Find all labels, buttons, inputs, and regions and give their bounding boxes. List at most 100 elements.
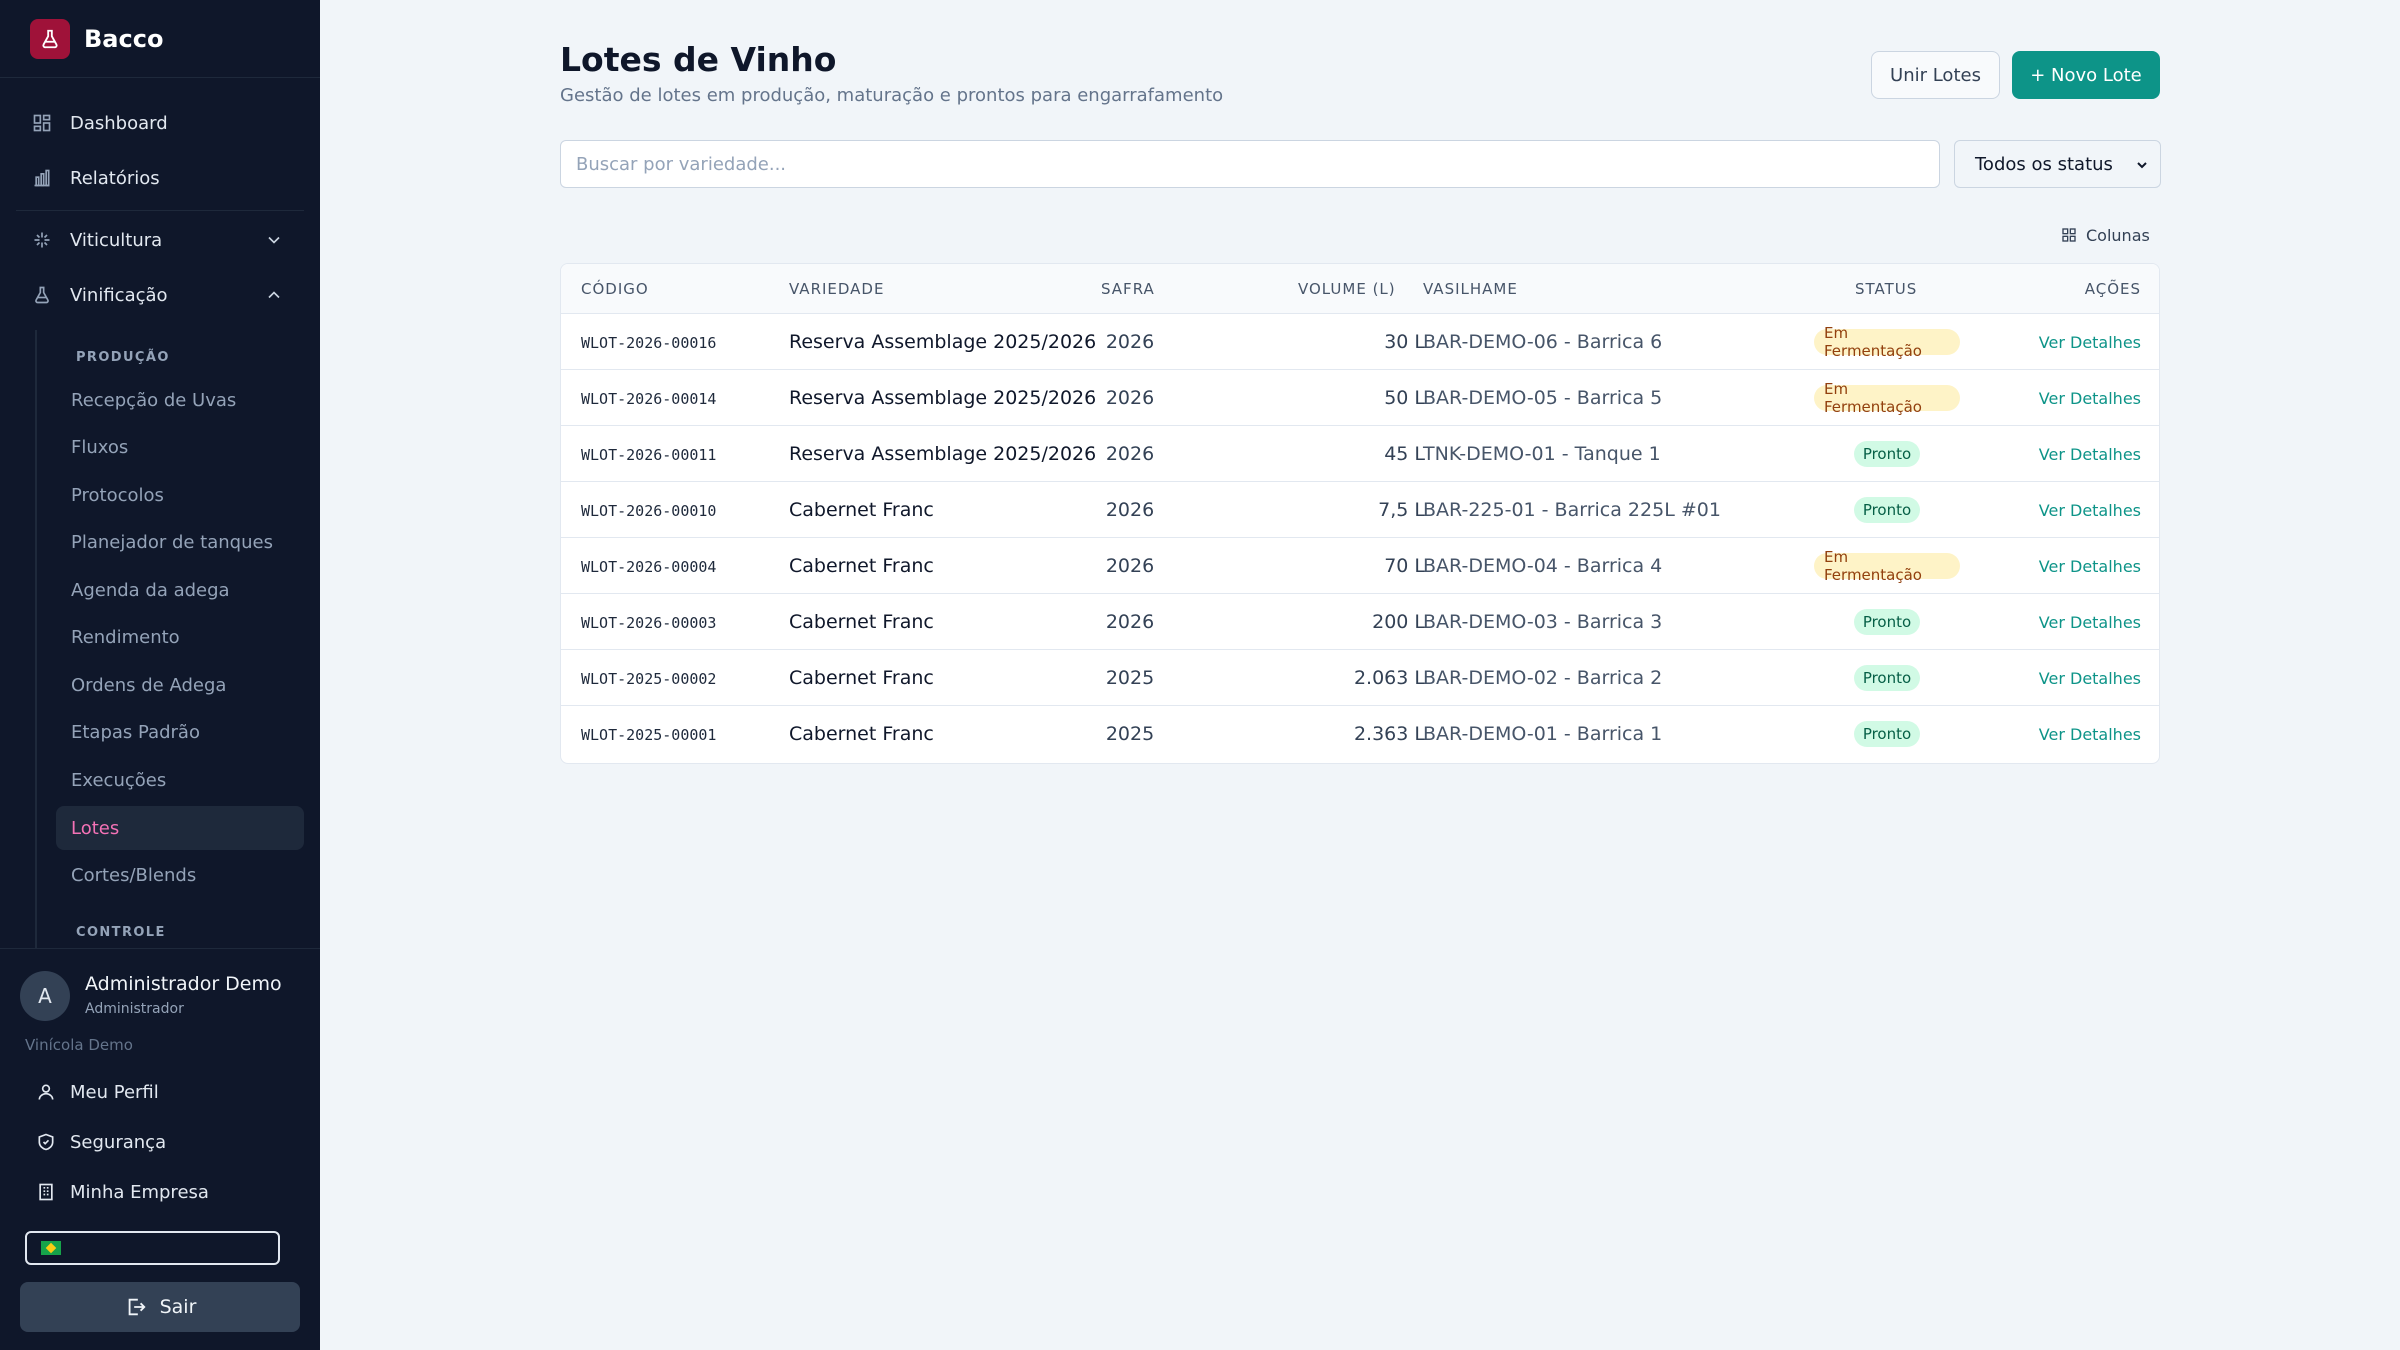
menu-item-label: Minha Empresa <box>70 1181 209 1203</box>
sidebar-item-planejador-tanques[interactable]: Planejador de tanques <box>56 520 304 564</box>
lot-code: WLOT-2026-00004 <box>581 558 717 576</box>
brand-name: Bacco <box>84 24 164 53</box>
submenu-guide-line <box>35 330 37 950</box>
sidebar-item-recepcao-uvas[interactable]: Recepção de Uvas <box>56 378 304 422</box>
columns-button-label: Colunas <box>2086 225 2150 245</box>
sidebar-group-vinificacao[interactable]: Vinificação <box>16 271 304 319</box>
table-row[interactable]: WLOT-2026-00014 Reserva Assemblage 2025/… <box>561 370 2159 426</box>
menu-item-security[interactable]: Segurança <box>20 1122 300 1162</box>
status-badge: Pronto <box>1854 441 1920 467</box>
lot-variety: Reserva Assemblage 2025/2026 <box>789 331 1097 353</box>
view-details-link[interactable]: Ver Detalhes <box>2039 557 2141 576</box>
lot-safra: 2026 <box>1105 555 1155 577</box>
view-details-link[interactable]: Ver Detalhes <box>2039 445 2141 464</box>
search-input[interactable] <box>560 140 1940 188</box>
chevron-down-icon <box>2134 157 2150 178</box>
divider <box>16 210 304 211</box>
table-row[interactable]: WLOT-2025-00002 Cabernet Franc 2025 2.06… <box>561 650 2159 706</box>
logout-button[interactable]: Sair <box>20 1282 300 1332</box>
lots-table: CÓDIGO VARIEDADE SAFRA VOLUME (L) VASILH… <box>560 263 2160 764</box>
sidebar-item-fluxos[interactable]: Fluxos <box>56 425 304 469</box>
avatar[interactable]: A <box>20 971 70 1021</box>
columns-grid-icon <box>2060 226 2078 244</box>
lot-variety: Cabernet Franc <box>789 723 934 745</box>
sidebar-group-viticultura[interactable]: Viticultura <box>16 216 304 264</box>
lot-vessel: BAR-DEMO-04 - Barrica 4 <box>1423 555 1663 577</box>
view-details-link[interactable]: Ver Detalhes <box>2039 501 2141 520</box>
lot-vessel: BAR-DEMO-05 - Barrica 5 <box>1423 387 1663 409</box>
lot-vessel: BAR-DEMO-03 - Barrica 3 <box>1423 611 1663 633</box>
sidebar-item-rendimento[interactable]: Rendimento <box>56 615 304 659</box>
language-select[interactable] <box>25 1231 280 1265</box>
status-badge: Em Fermentação <box>1814 380 1960 416</box>
shield-icon <box>34 1130 58 1154</box>
lot-volume: 2.063 L <box>1353 667 1425 689</box>
sidebar-item-agenda-adega[interactable]: Agenda da adega <box>56 568 304 612</box>
columns-button[interactable]: Colunas <box>2060 222 2150 248</box>
menu-item-label: Meu Perfil <box>70 1081 159 1103</box>
status-filter-select[interactable]: Todos os status <box>1954 140 2161 188</box>
user-role: Administrador <box>85 1001 184 1017</box>
status-badge: Pronto <box>1854 721 1920 747</box>
section-heading-producao: PRODUÇÃO <box>76 350 170 365</box>
flask-icon <box>30 283 54 307</box>
bar-chart-icon <box>30 166 54 190</box>
table-row[interactable]: WLOT-2026-00004 Cabernet Franc 2026 70 L… <box>561 538 2159 594</box>
sidebar-item-reports[interactable]: Relatórios <box>16 154 304 202</box>
status-filter-value: Todos os status <box>1975 153 2113 175</box>
column-header-variety[interactable]: VARIEDADE <box>789 280 884 298</box>
column-header-vessel[interactable]: VASILHAME <box>1423 280 1518 298</box>
sidebar-item-etapas-padrao[interactable]: Etapas Padrão <box>56 710 304 754</box>
lot-safra: 2026 <box>1105 387 1155 409</box>
menu-item-company[interactable]: Minha Empresa <box>20 1172 300 1212</box>
view-details-link[interactable]: Ver Detalhes <box>2039 669 2141 688</box>
page-subtitle: Gestão de lotes em produção, maturação e… <box>560 85 1224 106</box>
lot-volume: 70 L <box>1384 555 1425 577</box>
column-header-status[interactable]: STATUS <box>1855 280 1917 298</box>
table-row[interactable]: WLOT-2026-00003 Cabernet Franc 2026 200 … <box>561 594 2159 650</box>
status-badge: Em Fermentação <box>1814 324 1960 360</box>
menu-item-profile[interactable]: Meu Perfil <box>20 1072 300 1112</box>
chevron-down-icon <box>264 230 284 250</box>
lot-code: WLOT-2026-00003 <box>581 614 717 632</box>
lot-variety: Reserva Assemblage 2025/2026 <box>789 387 1097 409</box>
column-header-code[interactable]: CÓDIGO <box>581 280 649 298</box>
lot-vessel: BAR-DEMO-01 - Barrica 1 <box>1423 723 1663 745</box>
brand[interactable]: Bacco <box>0 0 320 78</box>
lot-volume: 45 L <box>1384 443 1425 465</box>
table-row[interactable]: WLOT-2025-00001 Cabernet Franc 2025 2.36… <box>561 706 2159 762</box>
sidebar-item-ordens-adega[interactable]: Ordens de Adega <box>56 663 304 707</box>
view-details-link[interactable]: Ver Detalhes <box>2039 389 2141 408</box>
column-header-actions: AÇÕES <box>2084 280 2141 298</box>
menu-item-label: Segurança <box>70 1131 167 1153</box>
lot-volume: 7,5 L <box>1378 499 1425 521</box>
column-header-safra[interactable]: SAFRA <box>1101 280 1155 298</box>
lot-code: WLOT-2025-00001 <box>581 726 717 744</box>
lot-code: WLOT-2026-00016 <box>581 334 717 352</box>
sidebar-item-execucoes[interactable]: Execuções <box>56 758 304 802</box>
sidebar-item-lotes[interactable]: Lotes <box>56 806 304 850</box>
organization-name: Vinícola Demo <box>25 1036 133 1054</box>
table-row[interactable]: WLOT-2026-00010 Cabernet Franc 2026 7,5 … <box>561 482 2159 538</box>
table-row[interactable]: WLOT-2026-00011 Reserva Assemblage 2025/… <box>561 426 2159 482</box>
lot-code: WLOT-2025-00002 <box>581 670 717 688</box>
view-details-link[interactable]: Ver Detalhes <box>2039 613 2141 632</box>
sidebar-item-label: Relatórios <box>70 167 160 189</box>
table-row[interactable]: WLOT-2026-00016 Reserva Assemblage 2025/… <box>561 314 2159 370</box>
sparkle-icon <box>30 228 54 252</box>
main-content: Lotes de Vinho Gestão de lotes em produç… <box>320 0 2400 1350</box>
sidebar-item-label: Dashboard <box>70 112 168 134</box>
sidebar-item-dashboard[interactable]: Dashboard <box>16 99 304 147</box>
sidebar-item-cortes-blends[interactable]: Cortes/Blends <box>56 853 304 897</box>
logout-label: Sair <box>159 1296 197 1318</box>
section-heading-controle: CONTROLE <box>76 925 166 940</box>
merge-lots-button[interactable]: Unir Lotes <box>1871 51 2000 99</box>
column-header-volume[interactable]: VOLUME (L) <box>1298 280 1396 298</box>
view-details-link[interactable]: Ver Detalhes <box>2039 333 2141 352</box>
view-details-link[interactable]: Ver Detalhes <box>2039 725 2141 744</box>
lot-safra: 2025 <box>1105 723 1155 745</box>
lot-variety: Cabernet Franc <box>789 499 934 521</box>
new-lot-button[interactable]: + Novo Lote <box>2012 51 2160 99</box>
dashboard-icon <box>30 111 54 135</box>
sidebar-item-protocolos[interactable]: Protocolos <box>56 473 304 517</box>
